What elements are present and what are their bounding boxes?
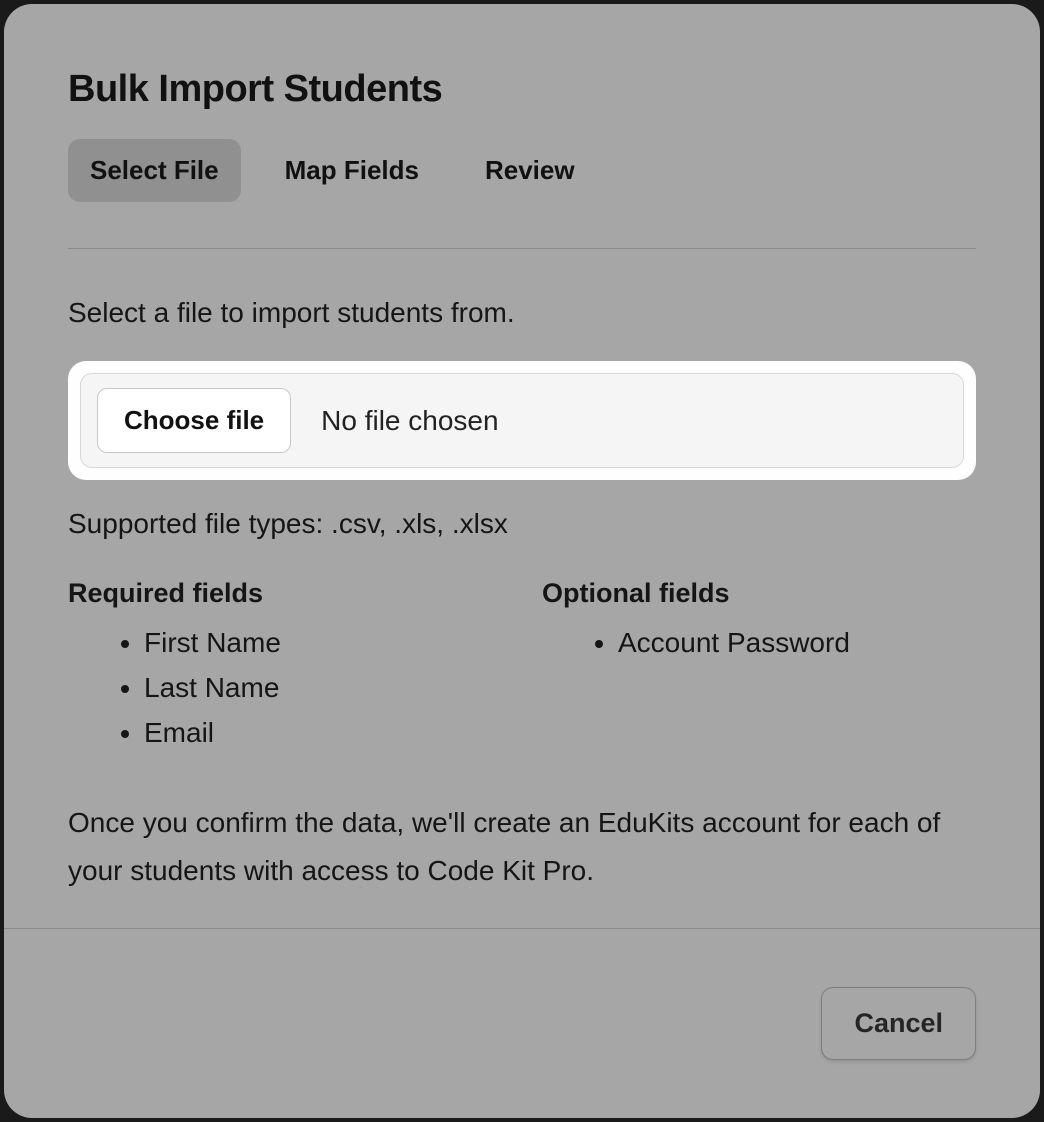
required-fields-list: First Name Last Name Email — [68, 621, 502, 755]
optional-fields-heading: Optional fields — [542, 578, 976, 609]
confirmation-note: Once you confirm the data, we'll create … — [68, 799, 976, 894]
optional-fields-list: Account Password — [542, 621, 976, 666]
wizard-tabs: Select File Map Fields Review — [68, 139, 597, 202]
select-file-prompt: Select a file to import students from. — [68, 297, 976, 329]
list-item: First Name — [144, 621, 502, 666]
modal-content: Select a file to import students from. C… — [4, 249, 1040, 928]
required-fields-column: Required fields First Name Last Name Ema… — [68, 578, 502, 755]
optional-fields-column: Optional fields Account Password — [542, 578, 976, 755]
tab-map-fields[interactable]: Map Fields — [263, 139, 441, 202]
required-fields-heading: Required fields — [68, 578, 502, 609]
fields-columns: Required fields First Name Last Name Ema… — [68, 578, 976, 755]
modal-footer: Cancel — [4, 929, 1040, 1118]
tab-select-file[interactable]: Select File — [68, 139, 241, 202]
header-row: Bulk Import Students Select File Map Fie… — [68, 68, 976, 202]
cancel-button[interactable]: Cancel — [821, 987, 976, 1060]
bulk-import-modal: Bulk Import Students Select File Map Fie… — [4, 4, 1040, 1118]
list-item: Email — [144, 711, 502, 756]
modal-title: Bulk Import Students — [68, 68, 442, 111]
list-item: Account Password — [618, 621, 976, 666]
choose-file-button[interactable]: Choose file — [97, 388, 291, 453]
supported-file-types: Supported file types: .csv, .xls, .xlsx — [68, 508, 976, 540]
list-item: Last Name — [144, 666, 502, 711]
modal-header: Bulk Import Students Select File Map Fie… — [4, 4, 1040, 202]
file-picker: Choose file No file chosen — [68, 361, 976, 480]
file-picker-inner[interactable]: Choose file No file chosen — [80, 373, 964, 468]
file-status-text: No file chosen — [321, 405, 498, 437]
tab-review[interactable]: Review — [463, 139, 597, 202]
